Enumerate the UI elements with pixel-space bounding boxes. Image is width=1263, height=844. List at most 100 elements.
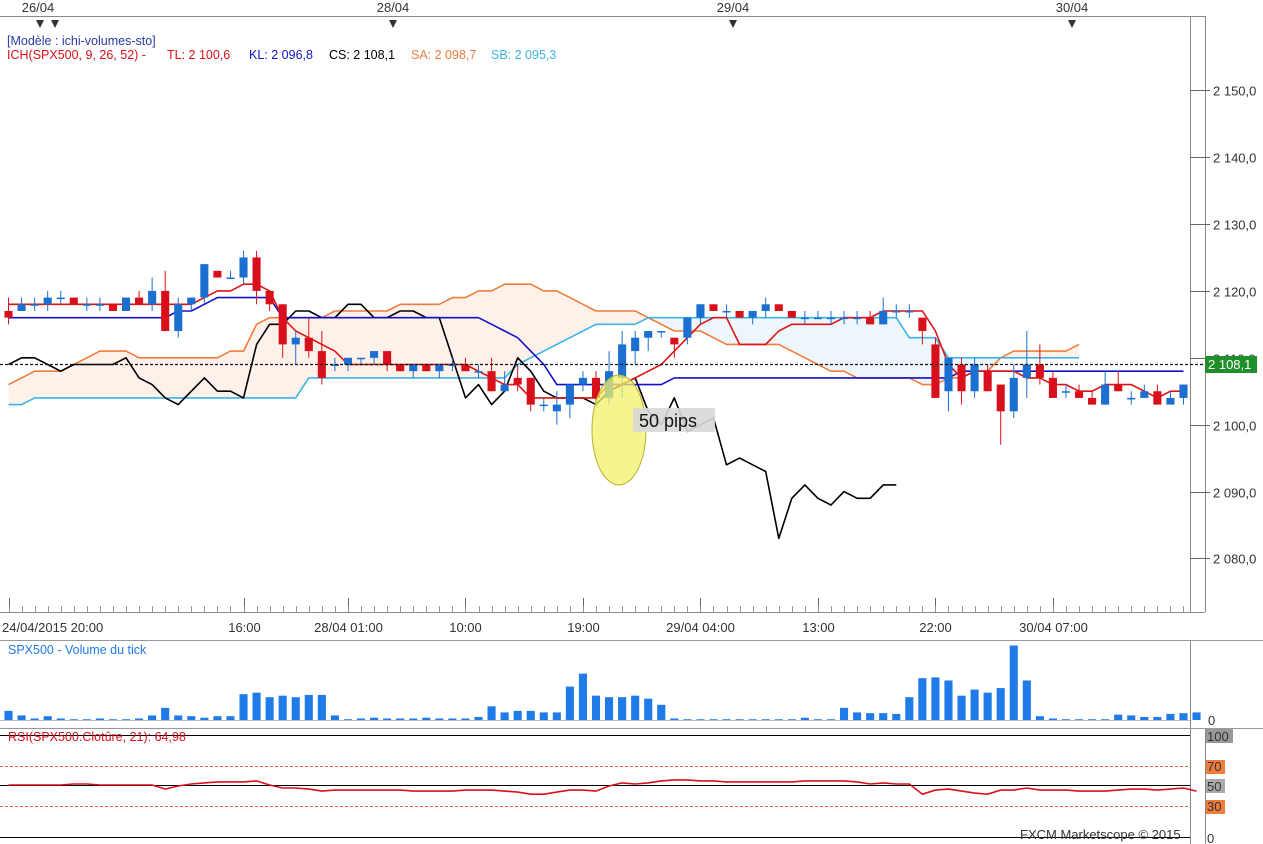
volume-bar <box>278 695 287 720</box>
volume-bar <box>356 718 366 720</box>
cloud-segment <box>491 284 505 378</box>
candle-body <box>722 310 731 313</box>
volume-bar <box>422 717 431 720</box>
cloud-segment <box>1039 351 1053 358</box>
cloud-segment <box>870 317 884 378</box>
candle-body <box>552 404 561 412</box>
cloud-segment <box>334 310 348 378</box>
cloud-segment <box>517 284 531 365</box>
candle-body <box>343 357 353 365</box>
rsi-level-50: 50 <box>1207 779 1221 794</box>
candle-body <box>905 310 914 313</box>
candle-body <box>95 304 104 306</box>
volume-bar <box>539 712 548 720</box>
volume-bar <box>30 718 39 720</box>
candle-body <box>356 357 366 360</box>
price-tag-label: 2 108,1 <box>1208 357 1251 372</box>
volume-bar <box>487 706 496 720</box>
price-tick-label: 2 150,0 <box>1213 84 1256 99</box>
candle-body <box>461 364 470 372</box>
volume-bar <box>383 718 392 720</box>
candle-body <box>291 337 300 345</box>
candle-body <box>761 304 770 311</box>
chart-canvas: 26/04 28/04 29/04 30/04 2 080,0 2 090,0 2 … <box>0 0 1263 844</box>
volume-zero-label: 0 <box>1208 713 1215 728</box>
candle-body <box>239 257 248 278</box>
candle-body <box>1035 364 1044 378</box>
volume-bar <box>892 713 901 720</box>
cloud-segment <box>1052 351 1066 358</box>
candle-body <box>970 364 979 392</box>
candle-body <box>657 331 666 333</box>
cloud-segment <box>596 310 610 325</box>
candle-body <box>983 371 992 392</box>
volume-panel: SPX500 - Volume du tick 0 <box>0 641 1215 728</box>
cloud-segment <box>556 290 570 345</box>
volume-bar <box>605 697 614 720</box>
candle-body <box>853 317 862 320</box>
volume-bar <box>513 710 522 720</box>
time-tick-label: 29/04 04:00 <box>666 620 735 635</box>
candle-body <box>1009 377 1018 412</box>
volume-bar <box>461 718 470 720</box>
volume-bar <box>618 697 627 720</box>
candle-body <box>304 337 313 352</box>
candle-body <box>1061 391 1071 393</box>
candle-body <box>187 297 196 305</box>
candle-body <box>670 337 679 345</box>
candle-body <box>396 364 405 372</box>
legend-ich: ICH(SPX500, 9, 26, 52) - <box>7 48 146 62</box>
cloud-segment <box>739 317 753 345</box>
cloud-segment <box>609 310 623 325</box>
candle-body <box>474 371 483 373</box>
volume-bar <box>1048 718 1057 720</box>
volume-bar <box>670 718 679 720</box>
volume-bar <box>853 712 862 720</box>
cloud-segment <box>1065 344 1080 358</box>
candle-body <box>226 277 235 280</box>
cloud-segment <box>165 357 179 398</box>
volume-bar <box>905 697 914 720</box>
volume-bar <box>839 707 849 720</box>
volume-bar <box>931 677 940 720</box>
candle-body <box>4 310 13 318</box>
copyright: FXCM Marketscope © 2015 <box>1020 827 1181 842</box>
cloud-segment <box>817 317 831 372</box>
candle-body <box>82 304 91 306</box>
volume-bar <box>317 694 326 720</box>
rsi-level-0: 0 <box>1207 831 1214 844</box>
volume-bar <box>1179 713 1188 720</box>
candle-body <box>1153 391 1162 405</box>
volume-bar <box>800 717 809 720</box>
volume-bar <box>526 710 535 720</box>
volume-bar <box>396 718 405 720</box>
candle-body <box>578 377 587 385</box>
candle-body <box>56 297 65 300</box>
candle-body <box>370 351 379 358</box>
header-date-label: 26/04 <box>22 0 55 15</box>
candle-body <box>866 317 875 325</box>
cloud-segment <box>857 317 871 378</box>
cloud-segment <box>86 351 100 398</box>
rsi-panel: 100 70 50 30 0 RSI(SPX500.Clotûre, 21): … <box>0 728 1263 844</box>
cloud-segment <box>844 317 858 378</box>
candle-body <box>774 304 783 311</box>
candle-body <box>30 304 39 306</box>
candle-body <box>644 331 653 338</box>
cloud-segment <box>752 317 766 345</box>
candle-body <box>1048 377 1057 398</box>
price-tick-label: 2 120,0 <box>1213 285 1256 300</box>
cloud-segment <box>34 371 48 398</box>
rsi-level-70: 70 <box>1207 759 1221 774</box>
volume-bar <box>148 715 157 720</box>
volume-bar <box>996 688 1005 720</box>
cloud-segment <box>661 317 675 332</box>
legend-tl: TL: 2 100,6 <box>167 48 230 62</box>
candle-body <box>265 290 274 305</box>
candle-body <box>813 317 822 320</box>
volume-bar <box>435 718 444 720</box>
candle-body <box>931 344 940 398</box>
candle-body <box>539 404 548 407</box>
volume-bar <box>1140 716 1149 720</box>
volume-bar <box>213 716 222 720</box>
